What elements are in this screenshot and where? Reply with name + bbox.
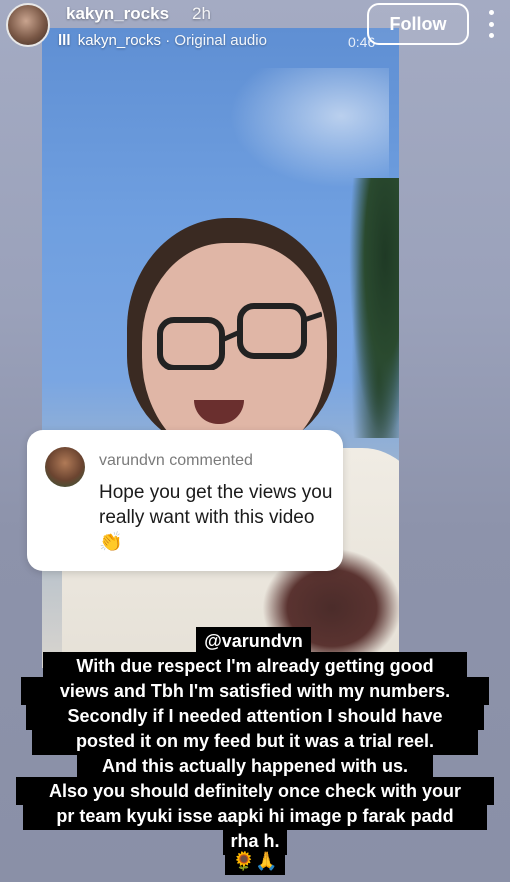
caption-line: With due respect I'm already getting goo…: [43, 652, 467, 680]
commenter-username: varundvn: [99, 452, 165, 469]
post-time: 2h: [192, 4, 211, 23]
comment-card[interactable]: varundvn commented Hope you get the view…: [27, 430, 343, 571]
follow-button[interactable]: Follow: [367, 3, 469, 45]
audio-attribution[interactable]: lll kakyn_rocks · Original audio: [58, 32, 267, 49]
comment-action: commented: [169, 452, 253, 469]
comment-text: Hope you get the views you really want w…: [99, 482, 333, 553]
caption-line: pr team kyuki isse aapki hi image p fara…: [23, 802, 487, 830]
caption-line: views and Tbh I'm satisfied with my numb…: [21, 677, 489, 705]
caption-line: Also you should definitely once check wi…: [16, 777, 494, 805]
caption-line: posted it on my feed but it was a trial …: [32, 727, 478, 755]
caption-emoji: 🌻🙏: [225, 847, 285, 875]
caption-line: And this actually happened with us.: [77, 752, 433, 780]
comment-header: varundvn commented: [99, 452, 253, 470]
username[interactable]: kakyn_rocks: [66, 4, 169, 24]
caption-line: Secondly if I needed attention I should …: [26, 702, 484, 730]
caption-mention[interactable]: @varundvn: [196, 627, 311, 655]
profile-avatar[interactable]: [6, 3, 50, 47]
sun-glare: [229, 68, 389, 188]
audio-bars-icon: lll: [58, 32, 71, 49]
reel-video[interactable]: [42, 28, 399, 668]
more-options-icon[interactable]: [482, 10, 500, 38]
glasses: [157, 303, 322, 370]
audio-source: · Original audio: [165, 32, 267, 49]
story-header: kakyn_rocks 2h lll kakyn_rocks · Origina…: [0, 0, 510, 56]
audio-user: kakyn_rocks: [77, 32, 162, 49]
tree: [349, 178, 399, 438]
commenter-avatar: [45, 447, 85, 487]
